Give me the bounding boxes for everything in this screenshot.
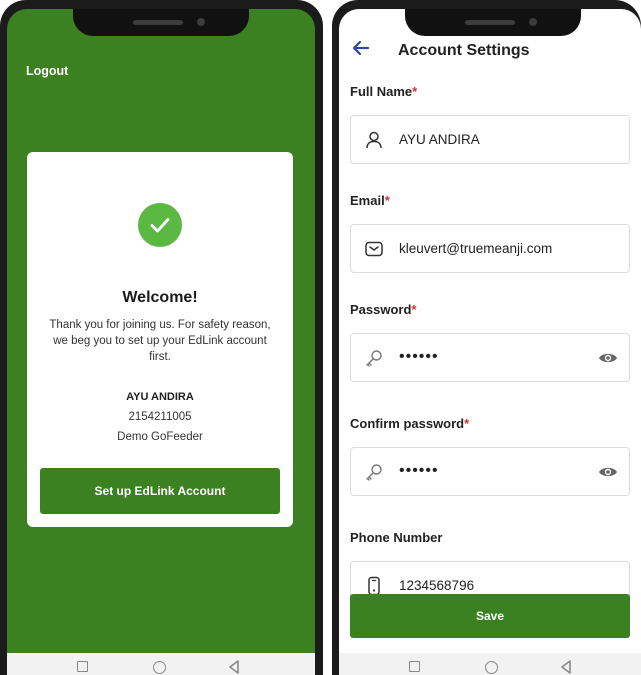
user-name: AYU ANDIRA (126, 391, 194, 403)
key-icon (366, 464, 382, 481)
welcome-card: Welcome! Thank you for joining us. For s… (27, 152, 293, 527)
password-field[interactable]: •••••• (350, 333, 630, 382)
back-triangle-icon[interactable] (228, 660, 240, 674)
user-organization: Demo GoFeeder (117, 431, 203, 443)
email-label-text: Email (350, 193, 385, 208)
mail-icon (365, 241, 383, 257)
required-marker: * (411, 302, 417, 317)
settings-header: Account Settings (339, 9, 641, 84)
phone-frame-settings: Account Settings Full Name* AYU ANDIRA E… (332, 0, 641, 675)
confirm-password-label: Confirm password* (350, 416, 469, 431)
password-label: Password* (350, 302, 416, 317)
password-label-text: Password (350, 302, 412, 317)
phone-label-text: Phone Number (350, 530, 443, 545)
full-name-label: Full Name* (350, 84, 417, 99)
eye-icon[interactable] (598, 351, 618, 365)
speaker-grill (133, 20, 183, 25)
back-arrow-icon[interactable] (352, 40, 370, 56)
required-marker: * (412, 84, 418, 99)
system-nav-bar (7, 653, 315, 675)
required-marker: * (384, 193, 390, 208)
phone-frame-welcome: Logout Welcome! Thank you for joining us… (0, 0, 323, 675)
eye-icon[interactable] (598, 465, 618, 479)
phone-value: 1234568796 (399, 578, 475, 593)
email-label: Email* (350, 193, 390, 208)
email-field[interactable]: kleuvert@truemeanji.com (350, 224, 630, 273)
home-icon[interactable] (153, 661, 166, 674)
full-name-label-text: Full Name (350, 84, 413, 99)
system-nav-bar (339, 653, 641, 675)
camera-dot (197, 18, 205, 26)
full-name-field[interactable]: AYU ANDIRA (350, 115, 630, 164)
setup-account-button[interactable]: Set up EdLink Account (40, 468, 280, 514)
success-check-icon (138, 203, 182, 247)
welcome-screen: Logout Welcome! Thank you for joining us… (7, 9, 315, 675)
recents-icon[interactable] (77, 661, 88, 672)
key-icon (366, 350, 382, 367)
recents-icon[interactable] (409, 661, 420, 672)
password-value: •••••• (399, 348, 439, 365)
full-name-value: AYU ANDIRA (399, 132, 480, 147)
welcome-title: Welcome! (122, 289, 198, 306)
required-marker: * (464, 416, 470, 431)
save-button[interactable]: Save (350, 594, 630, 638)
email-value: kleuvert@truemeanji.com (399, 241, 553, 256)
back-triangle-icon[interactable] (560, 660, 572, 674)
home-icon[interactable] (485, 661, 498, 674)
account-settings-screen: Account Settings Full Name* AYU ANDIRA E… (339, 9, 641, 675)
phone-icon (368, 576, 380, 596)
phone-label: Phone Number (350, 530, 442, 545)
confirm-password-value: •••••• (399, 462, 439, 479)
confirm-password-field[interactable]: •••••• (350, 447, 630, 496)
user-id: 2154211005 (128, 411, 192, 423)
welcome-message: Thank you for joining us. For safety rea… (49, 319, 271, 363)
user-icon (366, 131, 382, 149)
confirm-password-label-text: Confirm password (350, 416, 465, 431)
phone-notch (73, 9, 249, 36)
page-title: Account Settings (398, 42, 530, 59)
logout-link[interactable]: Logout (26, 64, 68, 78)
